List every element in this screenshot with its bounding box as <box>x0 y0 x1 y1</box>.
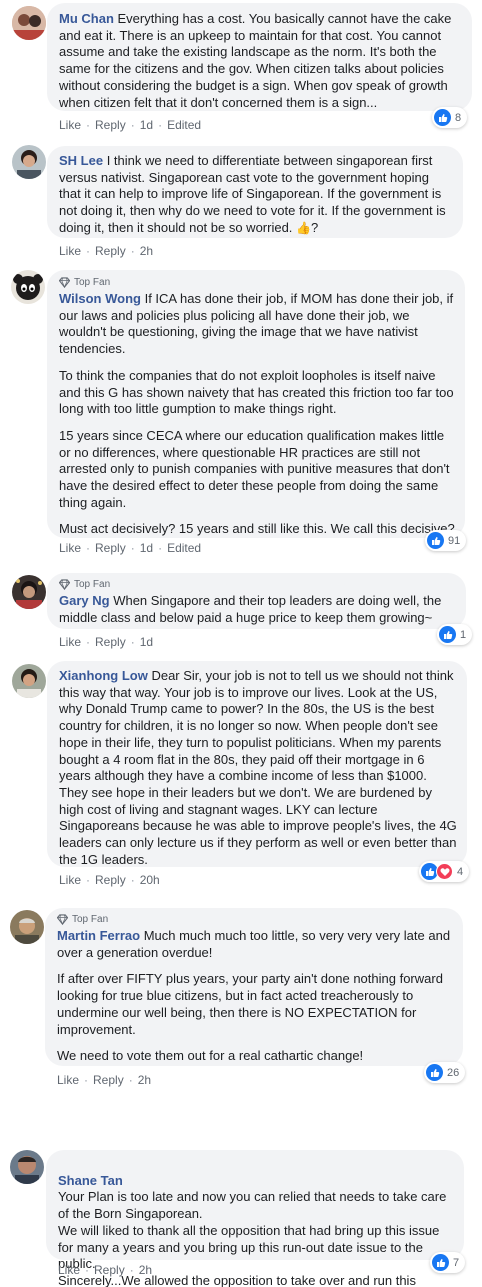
timestamp[interactable]: 2h <box>138 1073 151 1087</box>
diamond-icon <box>59 276 70 288</box>
reply-link[interactable]: Reply <box>94 1263 125 1277</box>
like-link[interactable]: Like <box>59 873 81 887</box>
reply-link[interactable]: Reply <box>95 244 126 258</box>
edited-label[interactable]: Edited <box>167 541 201 555</box>
comment-text: When Singapore and their top leaders are… <box>59 593 442 625</box>
avatar[interactable] <box>11 270 45 304</box>
reaction-summary[interactable]: 26 <box>424 1062 466 1083</box>
comments-feed: Mu Chan Everything has a cost. You basic… <box>0 0 482 1287</box>
comment-actions: Like · Reply · 2h <box>59 244 154 258</box>
like-reaction-icon <box>427 532 444 549</box>
love-reaction-icon <box>436 863 453 880</box>
avatar[interactable] <box>10 910 44 944</box>
comment-text: If after over FIFTY plus years, your par… <box>57 971 443 1037</box>
comment-text: I think we need to differentiate between… <box>59 153 446 235</box>
like-link[interactable]: Like <box>59 541 81 555</box>
like-link[interactable]: Like <box>59 635 81 649</box>
comment-text: To think the companies that do not explo… <box>59 367 454 417</box>
comment-actions: Like · Reply · 2h <box>57 1073 152 1087</box>
comment-bubble: Top Fan Martin Ferrao Much much much too… <box>45 908 463 1066</box>
comment-actions: Like · Reply · 1d <box>59 635 154 649</box>
reaction-count: 91 <box>448 534 461 547</box>
avatar[interactable] <box>12 6 46 40</box>
author-name[interactable]: Xianhong Low <box>59 668 148 683</box>
reply-link[interactable]: Reply <box>93 1073 124 1087</box>
like-link[interactable]: Like <box>58 1263 80 1277</box>
author-name[interactable]: Martin Ferrao <box>57 928 140 943</box>
comment-bubble: Top Fan Wilson Wong If ICA has done thei… <box>47 270 465 538</box>
comment-bubble: SH Lee I think we need to differentiate … <box>47 146 463 238</box>
comment-text: We need to vote them out for a real cath… <box>57 1048 364 1064</box>
reply-link[interactable]: Reply <box>95 635 126 649</box>
reaction-count: 7 <box>453 1256 460 1269</box>
timestamp[interactable]: 20h <box>140 873 160 887</box>
top-fan-badge: Top Fan <box>59 578 456 590</box>
reaction-count: 1 <box>460 628 467 641</box>
reaction-summary[interactable]: 7 <box>430 1252 466 1273</box>
diamond-icon <box>57 913 68 925</box>
avatar[interactable] <box>12 575 46 609</box>
like-link[interactable]: Like <box>59 244 81 258</box>
comment-text: Must act decisively? 15 years and still … <box>59 521 455 537</box>
comment-bubble: Shane Tan Your Plan is too late and now … <box>46 1150 464 1287</box>
comment-actions: Like · Reply · 2h <box>58 1263 153 1277</box>
timestamp[interactable]: 1d <box>140 541 153 555</box>
reaction-count: 8 <box>455 111 462 124</box>
comment-actions: Like · Reply · 20h <box>59 873 160 887</box>
top-fan-badge: Top Fan <box>57 913 453 925</box>
reply-link[interactable]: Reply <box>95 873 126 887</box>
timestamp[interactable]: 2h <box>140 244 153 258</box>
reaction-summary[interactable]: 8 <box>432 107 468 128</box>
reaction-summary[interactable]: 91 <box>425 530 467 551</box>
comment-actions: Like · Reply · 1d · Edited <box>59 118 202 132</box>
avatar[interactable] <box>12 664 46 698</box>
author-name[interactable]: Wilson Wong <box>59 291 141 306</box>
thumbs-up-emoji-icon: 👍 <box>296 220 312 235</box>
reaction-count: 26 <box>447 1066 460 1079</box>
timestamp[interactable]: 2h <box>139 1263 152 1277</box>
comment-text: 15 years since CECA where our education … <box>59 427 450 510</box>
comment-bubble: Xianhong Low Dear Sir, your job is not t… <box>47 661 467 867</box>
like-reaction-icon <box>432 1254 449 1271</box>
comment-bubble: Mu Chan Everything has a cost. You basic… <box>47 3 472 111</box>
reaction-count: 4 <box>457 865 464 878</box>
edited-label[interactable]: Edited <box>167 118 201 132</box>
comment-text: Dear Sir, your job is not to tell us we … <box>59 668 457 867</box>
comment-bubble: Top Fan Gary Ng When Singapore and their… <box>47 573 466 629</box>
like-reaction-icon <box>439 626 456 643</box>
avatar[interactable] <box>12 145 46 179</box>
reply-link[interactable]: Reply <box>95 541 126 555</box>
author-name[interactable]: Gary Ng <box>59 593 110 608</box>
like-link[interactable]: Like <box>57 1073 79 1087</box>
comment-text: Everything has a cost. You basically can… <box>59 11 452 110</box>
author-name[interactable]: SH Lee <box>59 153 103 168</box>
reaction-summary[interactable]: 4 <box>419 861 470 882</box>
avatar[interactable] <box>10 1150 44 1184</box>
timestamp[interactable]: 1d <box>140 118 153 132</box>
author-name[interactable]: Shane Tan <box>58 1173 123 1188</box>
author-name[interactable]: Mu Chan <box>59 11 114 26</box>
reply-link[interactable]: Reply <box>95 118 126 132</box>
timestamp[interactable]: 1d <box>140 635 153 649</box>
comment-actions: Like · Reply · 1d · Edited <box>59 541 202 555</box>
like-link[interactable]: Like <box>59 118 81 132</box>
reaction-summary[interactable]: 1 <box>437 624 473 645</box>
like-reaction-icon <box>426 1064 443 1081</box>
diamond-icon <box>59 578 70 590</box>
like-reaction-icon <box>434 109 451 126</box>
top-fan-badge: Top Fan <box>59 276 455 288</box>
